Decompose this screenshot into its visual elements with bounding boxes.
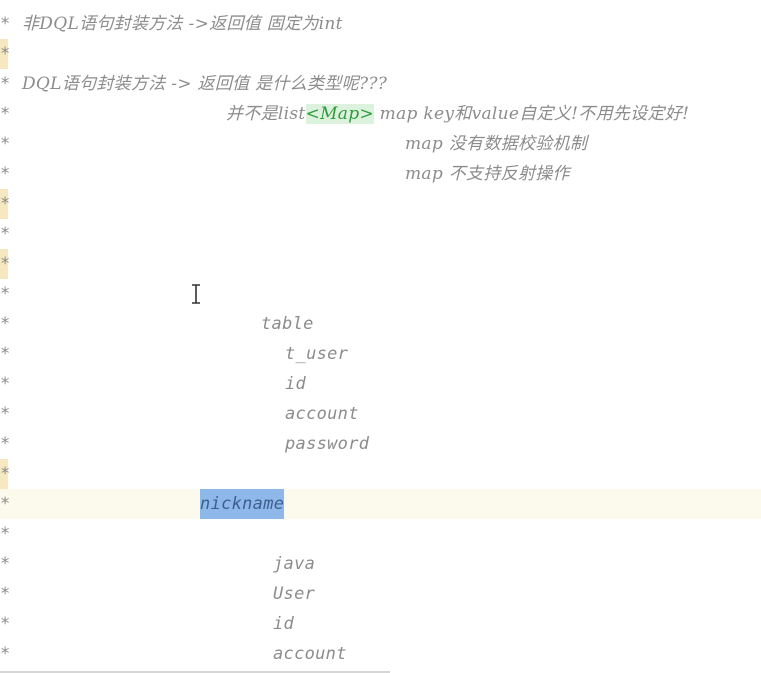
comment-text: map 没有数据校验机制	[405, 134, 588, 154]
code-line[interactable]: * id	[0, 609, 761, 639]
code-line[interactable]: * account	[0, 399, 761, 429]
comment-star: *	[0, 134, 11, 154]
code-line[interactable]: * 并不是list<Map> map key和value自定义!不用先设定好!	[0, 99, 761, 129]
comment-star: *	[0, 164, 11, 184]
comment-text: 并不是list	[226, 104, 306, 124]
comment-star: *	[0, 14, 11, 34]
code-line[interactable]: *	[0, 219, 761, 249]
code-line[interactable]: * id	[0, 369, 761, 399]
code-line[interactable]: * password	[0, 429, 761, 459]
comment-star: *	[0, 374, 11, 394]
comment-star: *	[0, 404, 11, 424]
comment-line-content: 并不是list<Map> map key和value自定义!不用先设定好!	[226, 99, 689, 129]
comment-star: *	[0, 104, 11, 124]
comment-star: *	[0, 464, 11, 484]
comment-star: *	[0, 284, 11, 304]
comment-star: *	[0, 434, 11, 454]
code-line[interactable]: *	[0, 459, 761, 489]
comment-text: map 不支持反射操作	[405, 164, 570, 184]
comment-text: t_user	[285, 344, 349, 364]
comment-text: java	[273, 554, 316, 574]
comment-text: 非DQL语句封装方法 ->返回值 固定为int	[22, 14, 343, 34]
comment-text: account	[285, 404, 359, 424]
code-line[interactable]: *	[0, 39, 761, 69]
comment-star: *	[0, 74, 11, 94]
code-line[interactable]: * DQL语句封装方法 -> 返回值 是什么类型呢???	[0, 69, 761, 99]
code-line[interactable]: *	[0, 519, 761, 549]
comment-star: *	[0, 644, 11, 664]
comment-star: *	[0, 314, 11, 334]
comment-star: *	[0, 224, 11, 244]
code-line[interactable]: * 非DQL语句封装方法 ->返回值 固定为int	[0, 9, 761, 39]
comment-star: *	[0, 254, 11, 274]
comment-star: *	[0, 524, 11, 544]
comment-star: *	[0, 194, 11, 214]
comment-text: table	[261, 314, 314, 334]
comment-text: account	[273, 644, 347, 664]
comment-star: *	[0, 494, 11, 514]
current-code-line[interactable]: * nickname	[0, 489, 761, 519]
selected-text[interactable]: nickname	[200, 489, 285, 519]
comment-star: *	[0, 584, 11, 604]
comment-star: *	[0, 554, 11, 574]
generic-type-tag: <Map>	[305, 104, 374, 124]
code-line[interactable]: * java	[0, 549, 761, 579]
code-line[interactable]: * map 没有数据校验机制	[0, 129, 761, 159]
code-line[interactable]: * account	[0, 639, 761, 669]
comment-text: DQL语句封装方法 -> 返回值 是什么类型呢???	[22, 74, 388, 94]
code-line[interactable]: * User	[0, 579, 761, 609]
comment-star: *	[0, 44, 11, 64]
comment-star: *	[0, 614, 11, 634]
code-line[interactable]: *	[0, 249, 761, 279]
code-line[interactable]: * table	[0, 309, 761, 339]
comment-text: map key和value自定义!不用先设定好!	[373, 104, 690, 124]
comment-text: User	[273, 584, 316, 604]
comment-text: id	[285, 374, 307, 394]
comment-text: id	[273, 614, 295, 634]
code-editor[interactable]: * 非DQL语句封装方法 ->返回值 固定为int * * DQL语句封装方法 …	[0, 0, 761, 673]
comment-star: *	[0, 344, 11, 364]
code-line[interactable]: *	[0, 189, 761, 219]
i-beam-cursor-icon	[190, 284, 202, 304]
code-line[interactable]: *	[0, 279, 761, 309]
comment-text: password	[285, 434, 370, 454]
code-line[interactable]: * map 不支持反射操作	[0, 159, 761, 189]
code-line[interactable]: * t_user	[0, 339, 761, 369]
